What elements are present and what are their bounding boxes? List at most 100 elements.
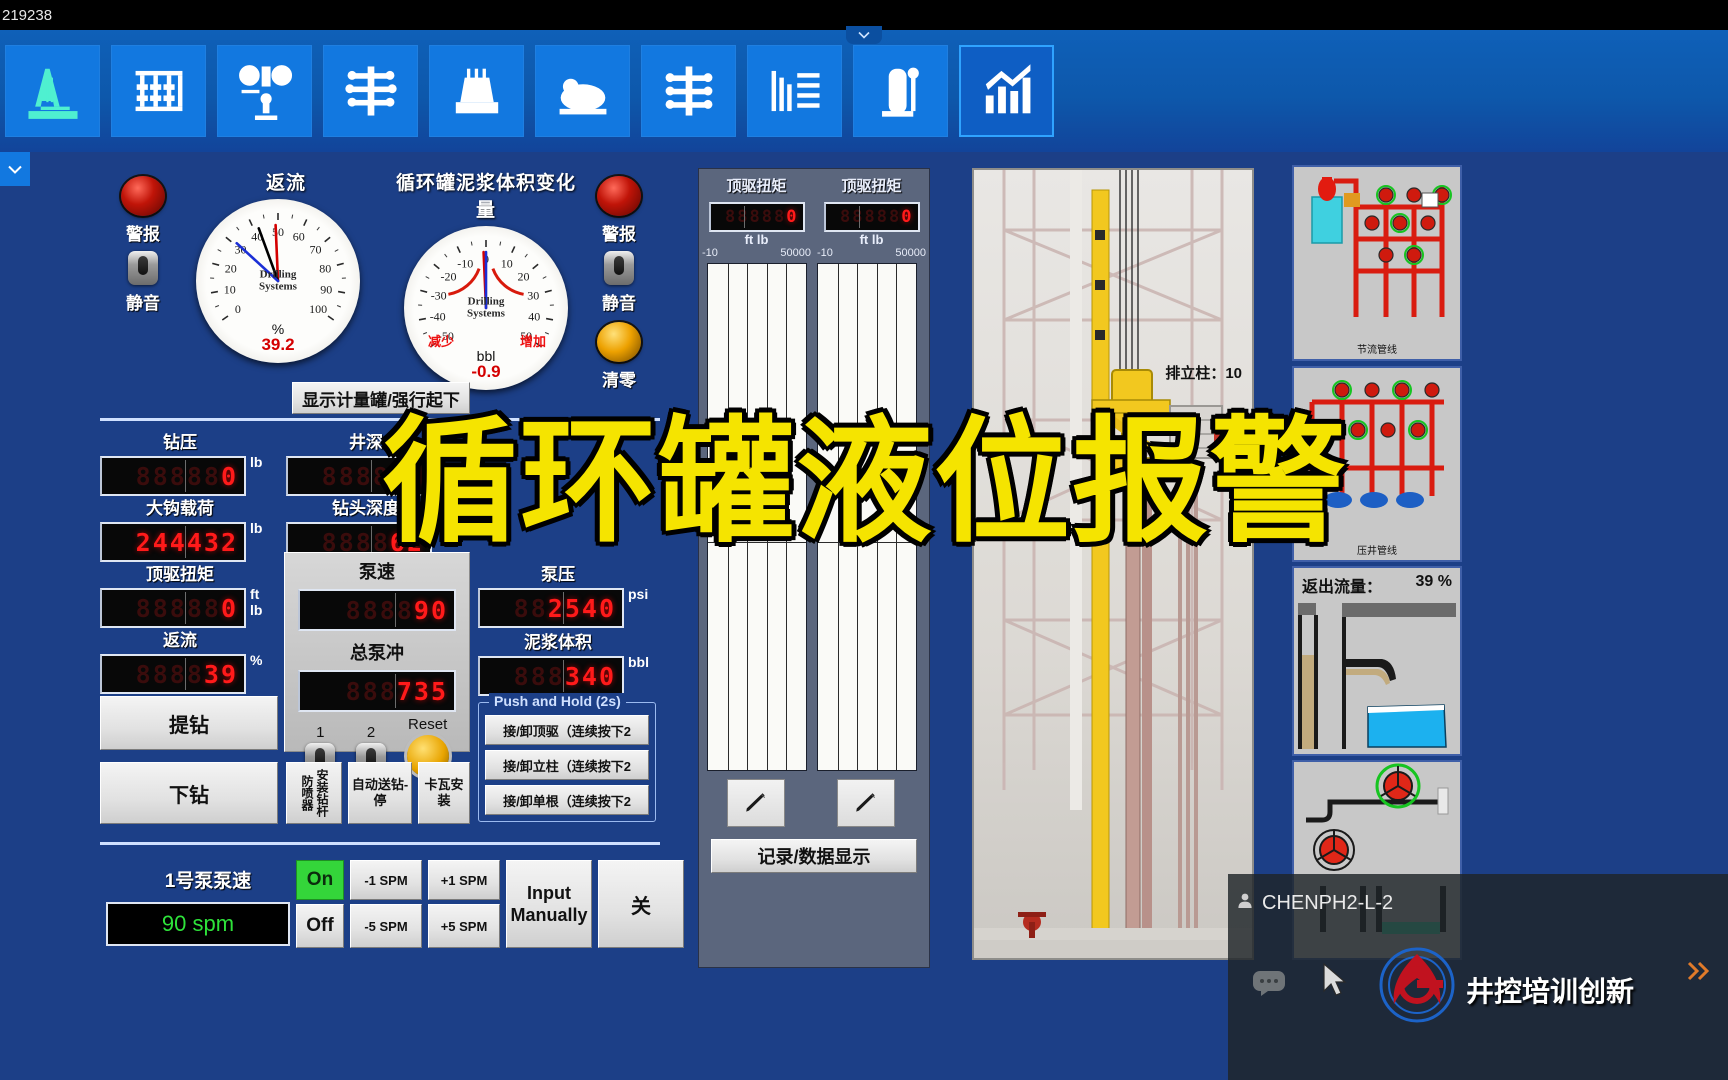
auto-feed-button[interactable]: 自动送钻-停 bbox=[348, 762, 412, 824]
readout-value: 882540 bbox=[478, 588, 624, 628]
gauge-title-return-flow: 返流 bbox=[265, 173, 306, 194]
nav-tile-gauge-panel[interactable] bbox=[217, 45, 312, 137]
pump-strokes-label: 总泵冲 bbox=[350, 643, 404, 663]
install-bop-button[interactable]: 安装钻杆防喷器 bbox=[286, 762, 342, 824]
mute-toggle-left[interactable] bbox=[128, 251, 158, 285]
mute-label-left: 静音 bbox=[126, 294, 160, 313]
chart-max-right: 50000 bbox=[895, 247, 926, 259]
push-hold-button-0[interactable]: 接/卸顶驱（连续按下2 bbox=[485, 715, 649, 745]
push-hold-button-2[interactable]: 接/卸单根（连续按下2 bbox=[485, 785, 649, 815]
minus-5-spm-button[interactable]: -5 SPM bbox=[350, 904, 422, 948]
nav-tile-annular[interactable] bbox=[641, 45, 736, 137]
nav-tile-accumulator[interactable] bbox=[535, 45, 630, 137]
readout-顶驱扭矩: 顶驱扭矩 8 8 8 8 8 0 ft lb bbox=[100, 560, 263, 628]
pump-off-button[interactable]: Off bbox=[296, 904, 344, 948]
slips-button[interactable]: 卡瓦安装 bbox=[418, 762, 470, 824]
readout-unit: % bbox=[250, 652, 263, 668]
nav-tile-derrick[interactable] bbox=[5, 45, 100, 137]
pump2-switch-label: 2 bbox=[366, 724, 376, 741]
pump-on-button[interactable]: On bbox=[296, 860, 344, 900]
pump-speed-readout: 888890 bbox=[298, 589, 456, 631]
readout-unit: lb bbox=[250, 454, 263, 470]
bop-stack-icon bbox=[135, 70, 182, 112]
window-title-text: 219238 bbox=[2, 6, 53, 24]
return-flow-value: 39 % bbox=[1415, 573, 1452, 590]
close-button[interactable]: 关 bbox=[598, 860, 684, 948]
gauge-value-pit-volume: -0.9 bbox=[471, 362, 501, 381]
svg-text:50: 50 bbox=[272, 225, 284, 239]
gauge-pit-volume-change: 循环罐泥浆体积变化量 -50-40-30-20-1001020304050 Dr… bbox=[388, 168, 584, 390]
choke-manifold-caption: 节流管线 bbox=[1357, 345, 1397, 356]
readout-label: 泥浆体积 bbox=[524, 633, 592, 652]
pencil-icon bbox=[856, 793, 876, 812]
nav-tile-trend-chart[interactable] bbox=[959, 45, 1054, 137]
main-navigation[interactable] bbox=[0, 45, 1054, 137]
readout-value: 888880 bbox=[100, 588, 246, 628]
readout-value: 888839 bbox=[100, 654, 246, 694]
pump-strokes-readout: 888735 bbox=[298, 670, 456, 712]
chart-pen-button-left[interactable] bbox=[727, 779, 785, 827]
chart-unit-left: ft lb bbox=[744, 232, 769, 247]
plus-1-spm-button[interactable]: +1 SPM bbox=[428, 860, 500, 900]
push-hold-button-1[interactable]: 接/卸立柱（连续按下2 bbox=[485, 750, 649, 780]
trip-out-button[interactable]: 提钻 bbox=[100, 696, 278, 750]
reset-label: Reset bbox=[408, 716, 448, 733]
divider-bottom bbox=[100, 842, 660, 845]
choke-manifold-diagram bbox=[1311, 177, 1452, 317]
readout-unit: ft lb bbox=[250, 586, 263, 618]
header-pull-tab[interactable] bbox=[846, 26, 882, 44]
chart-pen-button-right[interactable] bbox=[837, 779, 895, 827]
sidebar-collapse-button[interactable] bbox=[0, 152, 30, 186]
clear-label-right: 清零 bbox=[602, 371, 636, 390]
gauge-brand: Drilling Systems bbox=[467, 295, 505, 320]
chart-min-left: -10 bbox=[702, 247, 718, 259]
nav-tile-data-bars[interactable] bbox=[747, 45, 842, 137]
cnpc-logo-icon bbox=[1379, 947, 1455, 1023]
svg-text:20: 20 bbox=[518, 270, 530, 284]
return-flow-panel[interactable]: 返出流量： 39 % bbox=[1292, 566, 1462, 756]
record-data-display-button[interactable]: 记录/数据显示 bbox=[711, 839, 917, 873]
clear-lamp-right[interactable] bbox=[597, 322, 641, 362]
alarm-lamp-right[interactable] bbox=[597, 176, 641, 216]
svg-text:60: 60 bbox=[293, 230, 305, 244]
plus-5-spm-button[interactable]: +5 SPM bbox=[428, 904, 500, 948]
readout-unit: lb bbox=[250, 520, 263, 536]
chart-min-right: -10 bbox=[817, 247, 833, 259]
input-manually-line2: Manually bbox=[510, 905, 588, 925]
alarm-lamp-left[interactable] bbox=[121, 176, 165, 216]
gauge-value-return-flow: 39.2 bbox=[261, 335, 295, 354]
readout-label: 返流 bbox=[163, 631, 197, 650]
chart-unit-right: ft lb bbox=[859, 232, 884, 247]
nav-tile-wellhead[interactable] bbox=[323, 45, 418, 137]
meeting-overlay: CHENPH2-L-2 井控培训创新 bbox=[1228, 874, 1728, 1080]
gauge-dial-pit-volume[interactable]: -50-40-30-20-1001020304050 DrillingSyste… bbox=[404, 226, 568, 390]
readout-label: 大钩载荷 bbox=[146, 499, 214, 518]
input-manually-button[interactable]: Input Manually bbox=[506, 860, 592, 948]
trip-in-button[interactable]: 下钻 bbox=[100, 762, 278, 824]
readout-label: 顶驱扭矩 bbox=[146, 565, 214, 584]
nav-tile-choke-manifold[interactable] bbox=[429, 45, 524, 137]
mute-label-right: 静音 bbox=[602, 294, 636, 313]
pump-strokes-panel: 泵速 888890 总泵冲 888735 1 2 Reset bbox=[284, 552, 470, 777]
readout-label: 钻压 bbox=[163, 433, 197, 452]
gauge-dial-return-flow[interactable]: 0 10 20 30 40 50 60 70 80 90 100 Drilling Systems %… bbox=[196, 199, 360, 363]
stands-racked-label: 排立柱：10 bbox=[1165, 365, 1242, 382]
gauges-panel-icon bbox=[238, 65, 292, 120]
chevron-double-right-icon[interactable] bbox=[1686, 960, 1710, 982]
minus-1-spm-button[interactable]: -1 SPM bbox=[350, 860, 422, 900]
readout-value: 244432 bbox=[100, 522, 246, 562]
readout-unit: psi bbox=[628, 586, 649, 602]
annular-icon bbox=[665, 66, 712, 116]
nav-tile-bop-stack[interactable] bbox=[111, 45, 206, 137]
choke-manifold-panel[interactable]: 节流管线 bbox=[1292, 165, 1462, 361]
chat-bubble-icon[interactable] bbox=[1252, 970, 1286, 996]
cursor-icon[interactable] bbox=[1320, 962, 1350, 1000]
pump-speed-display: 90 spm bbox=[106, 902, 290, 946]
readout-value: 888880 bbox=[100, 456, 246, 496]
push-and-hold-group: Push and Hold (2s) 接/卸顶驱（连续按下2 接/卸立柱（连续按下… bbox=[478, 693, 656, 822]
mute-toggle-right[interactable] bbox=[604, 251, 634, 285]
chart-scale-left: -10 50000 bbox=[699, 247, 814, 259]
chart-title-right: 顶驱扭矩 bbox=[841, 178, 902, 195]
rig-visualization[interactable]: 排立柱：10 bbox=[972, 168, 1254, 960]
nav-tile-separator[interactable] bbox=[853, 45, 948, 137]
